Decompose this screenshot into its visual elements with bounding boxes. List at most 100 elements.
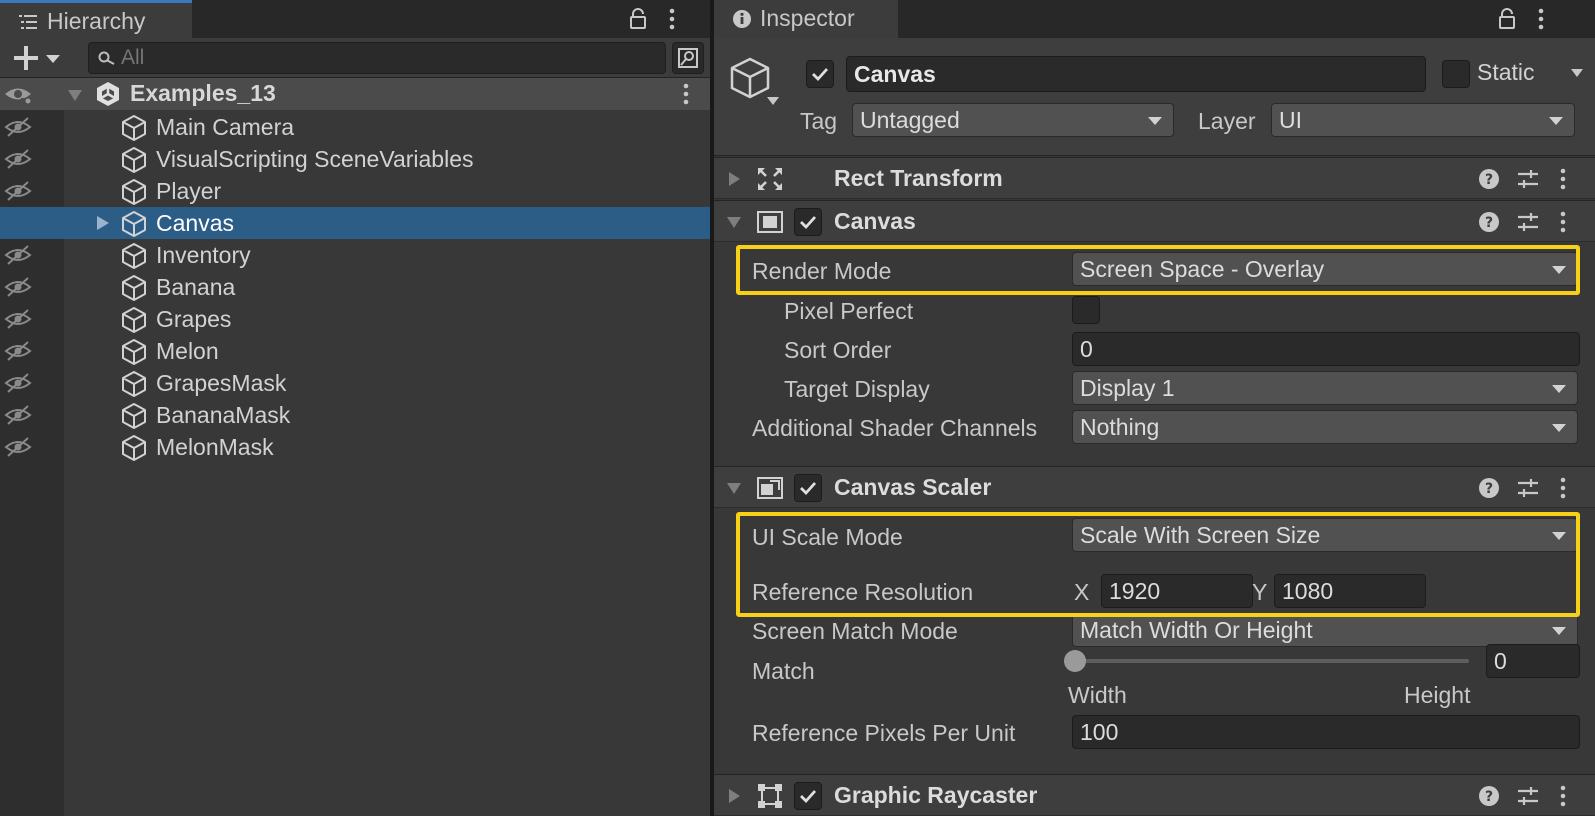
caret-down-icon[interactable] <box>726 214 742 230</box>
eye-hidden-icon[interactable] <box>3 436 33 458</box>
eye-hidden-icon[interactable] <box>3 276 33 298</box>
help-icon[interactable]: ? <box>1478 168 1500 190</box>
tab-hierarchy[interactable]: Hierarchy <box>0 0 192 38</box>
component-menu-icon[interactable] <box>1559 210 1567 234</box>
caret-down-icon[interactable] <box>726 480 742 496</box>
scene-search-button[interactable] <box>672 42 704 74</box>
search-input[interactable] <box>121 45 651 71</box>
eye-hidden-icon[interactable] <box>3 180 33 202</box>
ref-res-x-value: 1920 <box>1109 578 1161 604</box>
pixel-perfect-checkbox[interactable] <box>1072 296 1100 324</box>
hierarchy-item-label: Melon <box>156 338 219 364</box>
inspector-tab-title: Inspector <box>760 5 855 31</box>
caret-right-icon[interactable] <box>726 788 742 804</box>
eye-hidden-icon[interactable] <box>3 372 33 394</box>
lock-icon[interactable] <box>628 7 648 31</box>
height-label: Height <box>1404 682 1471 708</box>
hierarchy-item[interactable]: Melon <box>0 335 710 367</box>
x-label: X <box>1074 579 1090 605</box>
sort-order-field[interactable]: 0 <box>1072 332 1580 366</box>
hierarchy-item[interactable]: Main Camera <box>0 111 710 143</box>
tag-dropdown[interactable]: Untagged <box>852 103 1174 137</box>
eye-hidden-icon[interactable] <box>3 116 33 138</box>
caret-right-icon[interactable] <box>726 171 742 187</box>
hierarchy-item[interactable]: MelonMask <box>0 431 710 463</box>
help-icon[interactable]: ? <box>1478 211 1500 233</box>
caret-down-icon[interactable] <box>66 86 84 104</box>
eye-hidden-icon[interactable] <box>3 308 33 330</box>
presets-icon[interactable] <box>1517 477 1539 499</box>
gameobject-icon[interactable] <box>728 56 772 100</box>
layer-value: UI <box>1279 107 1302 133</box>
scene-row[interactable]: Examples_13 <box>0 78 710 110</box>
more-options-icon[interactable] <box>1537 7 1545 31</box>
canvas-icon <box>757 211 783 233</box>
render-mode-label: Render Mode <box>752 258 892 284</box>
hierarchy-item[interactable]: Inventory <box>0 239 710 271</box>
ui-scale-mode-dropdown[interactable]: Scale With Screen Size <box>1072 518 1578 552</box>
match-value-field[interactable]: 0 <box>1486 644 1580 678</box>
target-display-value: Display 1 <box>1080 375 1175 401</box>
shader-channels-value: Nothing <box>1080 414 1160 440</box>
canvas-scaler-icon <box>757 477 783 499</box>
shader-channels-dropdown[interactable]: Nothing <box>1072 410 1578 444</box>
tag-label: Tag <box>800 108 838 134</box>
more-options-icon[interactable] <box>668 7 676 31</box>
render-mode-dropdown[interactable]: Screen Space - Overlay <box>1072 252 1578 286</box>
tab-inspector[interactable]: Inspector <box>714 0 898 38</box>
presets-icon[interactable] <box>1517 785 1539 807</box>
canvas-component-header[interactable]: Canvas ? <box>714 200 1595 242</box>
eye-hidden-icon[interactable] <box>3 244 33 266</box>
caret-right-icon[interactable] <box>96 215 110 231</box>
eye-hidden-icon[interactable] <box>3 404 33 426</box>
rect-transform-header[interactable]: Rect Transform ? <box>714 157 1595 199</box>
match-slider-track[interactable] <box>1069 659 1469 663</box>
help-icon[interactable]: ? <box>1478 785 1500 807</box>
hierarchy-toolbar <box>0 38 710 78</box>
hierarchy-item-label: Inventory <box>156 242 251 268</box>
hierarchy-search[interactable] <box>88 42 666 74</box>
hierarchy-item[interactable]: Banana <box>0 271 710 303</box>
active-checkbox[interactable] <box>806 60 834 88</box>
graphic-raycaster-header[interactable]: Graphic Raycaster ? <box>714 774 1595 816</box>
scene-menu-icon[interactable] <box>682 82 690 106</box>
layer-dropdown[interactable]: UI <box>1271 103 1575 137</box>
add-object-button[interactable] <box>8 42 66 74</box>
ref-res-x-field[interactable]: 1920 <box>1101 574 1253 608</box>
chevron-down-icon <box>1552 627 1566 635</box>
eye-hidden-icon[interactable] <box>3 148 33 170</box>
canvas-scaler-enabled-checkbox[interactable] <box>794 474 822 502</box>
hierarchy-item[interactable]: BananaMask <box>0 399 710 431</box>
shader-channels-label: Additional Shader Channels <box>752 415 1038 441</box>
presets-icon[interactable] <box>1517 211 1539 233</box>
graphic-raycaster-enabled-checkbox[interactable] <box>794 782 822 810</box>
component-menu-icon[interactable] <box>1559 476 1567 500</box>
hierarchy-item[interactable]: Grapes <box>0 303 710 335</box>
hierarchy-item[interactable]: GrapesMask <box>0 367 710 399</box>
ui-scale-mode-label: UI Scale Mode <box>752 524 903 550</box>
hierarchy-item[interactable]: VisualScripting SceneVariables <box>0 143 710 175</box>
eye-icon[interactable] <box>3 83 33 105</box>
hierarchy-item[interactable]: Canvas <box>0 207 710 239</box>
screen-match-mode-dropdown[interactable]: Match Width Or Height <box>1072 613 1578 647</box>
help-icon[interactable]: ? <box>1478 477 1500 499</box>
component-menu-icon[interactable] <box>1559 784 1567 808</box>
eye-hidden-icon[interactable] <box>3 340 33 362</box>
canvas-scaler-header[interactable]: Canvas Scaler ? <box>714 466 1595 508</box>
match-slider-thumb[interactable] <box>1064 650 1086 672</box>
hierarchy-item-label: BananaMask <box>156 402 291 428</box>
presets-icon[interactable] <box>1517 168 1539 190</box>
canvas-enabled-checkbox[interactable] <box>794 208 822 236</box>
static-checkbox[interactable] <box>1442 60 1470 88</box>
object-name-field[interactable]: Canvas <box>846 56 1426 92</box>
target-display-dropdown[interactable]: Display 1 <box>1072 371 1578 405</box>
ppu-field[interactable]: 100 <box>1072 715 1580 749</box>
lock-icon[interactable] <box>1497 7 1517 31</box>
icon-dropdown-caret-icon[interactable] <box>766 96 780 106</box>
static-dropdown-icon[interactable] <box>1570 68 1584 78</box>
graphic-raycaster-title: Graphic Raycaster <box>834 782 1038 808</box>
component-menu-icon[interactable] <box>1559 167 1567 191</box>
ref-res-y-field[interactable]: 1080 <box>1274 574 1426 608</box>
svg-text:?: ? <box>1485 215 1493 231</box>
hierarchy-item[interactable]: Player <box>0 175 710 207</box>
